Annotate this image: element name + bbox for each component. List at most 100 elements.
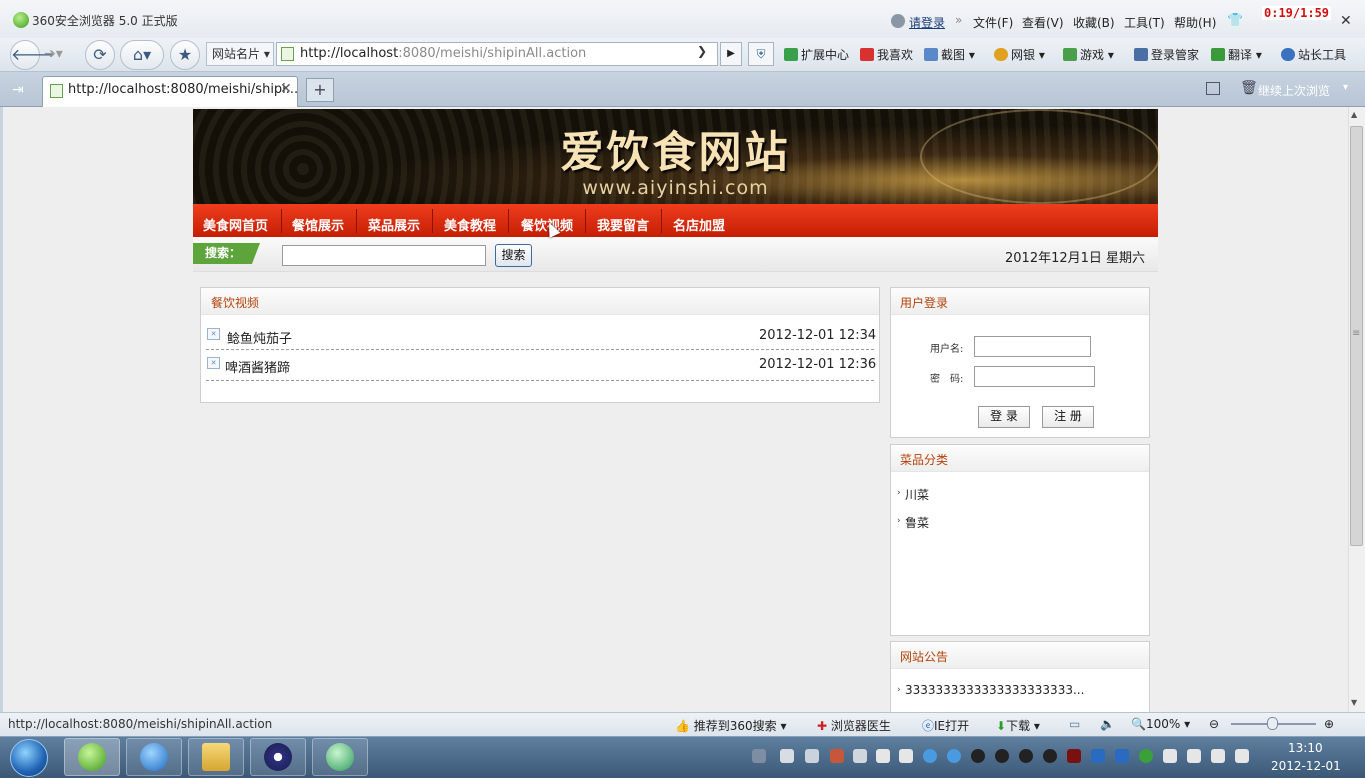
tab-close-icon[interactable]: ✕ xyxy=(280,81,292,97)
notice-panel-title: 网站公告 xyxy=(900,650,949,664)
heart-icon xyxy=(860,48,874,61)
notice-item[interactable]: 3333333333333333333333... xyxy=(905,683,1084,697)
restore-tabs-icon[interactable] xyxy=(1206,82,1220,95)
login-manager-button[interactable]: 登录管家 xyxy=(1134,46,1199,63)
nav-franchise[interactable]: 名店加盟 xyxy=(673,215,725,234)
menu-view[interactable]: 查看(V) xyxy=(1022,14,1064,31)
tray-app-icon[interactable] xyxy=(876,749,890,763)
favorite-star-button[interactable]: ★ xyxy=(170,40,200,70)
menu-help[interactable]: 帮助(H) xyxy=(1174,14,1216,31)
tab-page-icon xyxy=(50,84,63,98)
nav-restaurants[interactable]: 餐馆展示 xyxy=(292,215,344,234)
skin-icon[interactable]: 👕 xyxy=(1227,13,1243,28)
games-button[interactable]: 游戏 ▾ xyxy=(1063,46,1114,63)
zoom-slider-knob[interactable] xyxy=(1267,717,1278,730)
menu-favorites[interactable]: 收藏(B) xyxy=(1073,14,1115,31)
tray-app-icon[interactable] xyxy=(780,749,794,763)
address-host: http://localhost xyxy=(300,46,399,61)
nav-home[interactable]: 美食网首页 xyxy=(203,215,268,234)
doctor-label: 浏览器医生 xyxy=(830,719,891,733)
trash-icon[interactable]: 🗑 xyxy=(1240,80,1258,96)
site-card-dropdown[interactable]: 网站名片 ▾ xyxy=(206,42,274,66)
tray-app-icon[interactable] xyxy=(899,749,913,763)
search-button[interactable]: 搜索 xyxy=(495,244,532,267)
nav-message[interactable]: 我要留言 xyxy=(597,215,649,234)
sidebar-toggle-icon[interactable]: ⇥ xyxy=(12,82,24,98)
taskbar-clock-time[interactable]: 13:10 xyxy=(1288,741,1323,755)
address-dropdown-icon[interactable]: ❯ xyxy=(697,44,707,58)
extension-icon xyxy=(784,48,798,61)
zoom-out-icon[interactable]: ⊖ xyxy=(1209,717,1219,731)
download-button[interactable]: ⬇下载 ▾ xyxy=(996,717,1040,734)
scroll-down-icon[interactable]: ▼ xyxy=(1351,698,1357,707)
home-button[interactable]: ⌂▾ xyxy=(120,40,164,70)
screenshot-button[interactable]: 截图 ▾ xyxy=(924,46,975,63)
video-title-link[interactable]: 鲶鱼炖茄子 xyxy=(227,328,292,347)
menu-tools[interactable]: 工具(T) xyxy=(1124,14,1165,31)
taskbar-clock-date[interactable]: 2012-12-01 xyxy=(1271,759,1341,773)
close-window-button[interactable]: ✕ xyxy=(1340,13,1352,29)
forward-button[interactable]: ➔▾ xyxy=(44,43,78,67)
tray-app-icon[interactable] xyxy=(923,749,937,763)
qq-icon[interactable] xyxy=(995,749,1009,763)
tray-app-icon[interactable] xyxy=(805,749,819,763)
sound-icon[interactable]: 🔈 xyxy=(1100,717,1115,731)
menu-file[interactable]: 文件(F) xyxy=(973,14,1013,31)
category-panel xyxy=(890,444,1150,636)
tray-app-icon[interactable] xyxy=(947,749,961,763)
continue-dropdown-icon[interactable]: ▾ xyxy=(1343,82,1348,93)
zoom-control[interactable]: 🔍100% ▾ xyxy=(1131,717,1190,731)
nav-dishes[interactable]: 菜品展示 xyxy=(368,215,420,234)
flag-icon[interactable] xyxy=(1163,749,1177,763)
volume-icon[interactable] xyxy=(1211,749,1225,763)
username-input[interactable] xyxy=(974,336,1091,357)
tab-title: http://localhost:8080/meishi/shipi... xyxy=(68,82,299,97)
extension-center-button[interactable]: 扩展中心 xyxy=(784,46,849,63)
browser-logo-icon xyxy=(13,12,29,28)
go-button[interactable]: ▶ xyxy=(720,42,742,66)
address-text[interactable]: http://localhost:8080/meishi/shipinAll.a… xyxy=(300,46,586,61)
ie-open-button[interactable]: ⓔIE打开 xyxy=(922,717,969,734)
security-shield-icon[interactable]: ⛨ xyxy=(748,42,774,66)
bullet-icon: › xyxy=(897,488,901,498)
network-icon[interactable] xyxy=(1235,749,1249,763)
360-tray-icon[interactable] xyxy=(1139,749,1153,763)
start-button[interactable] xyxy=(10,739,48,777)
search-label: 搜索： xyxy=(193,243,260,264)
refresh-button[interactable]: ⟳ xyxy=(85,40,115,70)
nav-tutorials[interactable]: 美食教程 xyxy=(444,215,496,234)
window-icon[interactable]: ▭ xyxy=(1069,717,1080,731)
login-button[interactable]: 登 录 xyxy=(978,406,1030,428)
register-button[interactable]: 注 册 xyxy=(1042,406,1094,428)
login-link[interactable]: 请登录 xyxy=(909,14,945,31)
bank-button[interactable]: 网银 ▾ xyxy=(994,46,1045,63)
password-input[interactable] xyxy=(974,366,1095,387)
qq-icon[interactable] xyxy=(1043,749,1057,763)
shield-tray-icon[interactable] xyxy=(1091,749,1105,763)
translate-button[interactable]: 翻译 ▾ xyxy=(1211,46,1262,63)
category-item[interactable]: 鲁菜 xyxy=(905,514,929,531)
new-tab-button[interactable]: + xyxy=(306,78,334,102)
tray-app-icon[interactable] xyxy=(853,749,867,763)
search-input[interactable] xyxy=(282,245,486,266)
like-button[interactable]: 我喜欢 xyxy=(860,46,913,63)
video-title-link[interactable]: 啤酒酱猪蹄 xyxy=(225,357,290,376)
category-item[interactable]: 川菜 xyxy=(905,486,929,503)
shield-tray-icon[interactable] xyxy=(1115,749,1129,763)
qq-icon[interactable] xyxy=(1019,749,1033,763)
qq-icon[interactable] xyxy=(971,749,985,763)
webmaster-tools-label: 站长工具 xyxy=(1298,48,1347,62)
continue-browsing-button[interactable]: 继续上次浏览 xyxy=(1258,82,1330,99)
back-button[interactable]: 🡐 xyxy=(10,40,54,70)
tray-app-icon[interactable] xyxy=(1067,749,1081,763)
browser-doctor-button[interactable]: ✚ 浏览器医生 xyxy=(817,717,891,734)
webmaster-tools-button[interactable]: 站长工具 xyxy=(1281,46,1346,63)
zoom-in-icon[interactable]: ⊕ xyxy=(1324,717,1334,731)
eclipse-icon xyxy=(264,743,292,771)
scroll-up-icon[interactable]: ▲ xyxy=(1351,110,1357,119)
device-icon[interactable] xyxy=(1187,749,1201,763)
folder-icon xyxy=(202,743,230,771)
keyboard-icon[interactable] xyxy=(752,749,766,763)
recommend-360-button[interactable]: 👍 推荐到360搜索 ▾ xyxy=(675,717,787,734)
tray-app-icon[interactable] xyxy=(830,749,844,763)
